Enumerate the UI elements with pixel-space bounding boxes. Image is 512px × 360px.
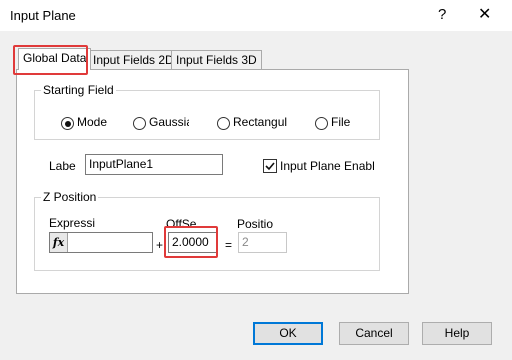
- input-plane-enable-label: Input Plane Enabl: [280, 159, 375, 173]
- tab-label: Input Fields 2D: [93, 53, 174, 67]
- label-input[interactable]: InputPlane1: [85, 154, 223, 175]
- offset-highlight: [164, 226, 218, 258]
- tab-input-fields-3d[interactable]: Input Fields 3D: [171, 50, 262, 70]
- radio-label-gaussian: Gaussia: [149, 115, 189, 129]
- position-label: Positior: [237, 217, 273, 231]
- radio-label-rectangular: Rectangula: [233, 115, 287, 129]
- checkmark-icon: [265, 162, 275, 171]
- expression-input[interactable]: fx: [49, 232, 153, 253]
- group-title: Z Position: [41, 190, 99, 204]
- window-title: Input Plane: [10, 8, 76, 23]
- tab-label: Input Fields 3D: [176, 53, 257, 67]
- cancel-button[interactable]: Cancel: [339, 322, 409, 345]
- ok-button[interactable]: OK: [253, 322, 323, 345]
- radio-label-file: File: [331, 115, 351, 129]
- input-plane-enable-checkbox[interactable]: [263, 159, 277, 173]
- radio-mode[interactable]: [61, 117, 74, 130]
- tab-highlight: [13, 45, 88, 75]
- radio-rectangular[interactable]: [217, 117, 230, 130]
- equals-sign: =: [225, 238, 233, 252]
- starting-field-group: Starting Field Mode Gaussia Rectangula F…: [34, 83, 380, 140]
- title-bar: Input Plane ? ✕: [0, 0, 512, 31]
- position-input: 2: [238, 232, 287, 253]
- fx-icon[interactable]: fx: [50, 233, 68, 252]
- radio-label-mode: Mode: [77, 115, 108, 129]
- group-title: Starting Field: [41, 83, 116, 97]
- close-icon[interactable]: ✕: [478, 4, 491, 24]
- plus-sign: +: [156, 238, 164, 252]
- label-field-label: Labe: [49, 159, 76, 173]
- expression-label: Expressic: [49, 216, 95, 230]
- radio-file[interactable]: [315, 117, 328, 130]
- help-icon[interactable]: ?: [438, 6, 446, 23]
- radio-gaussian[interactable]: [133, 117, 146, 130]
- tab-panel: Starting Field Mode Gaussia Rectangula F…: [16, 69, 409, 294]
- tab-input-fields-2d[interactable]: Input Fields 2D: [88, 50, 179, 70]
- help-button[interactable]: Help: [422, 322, 492, 345]
